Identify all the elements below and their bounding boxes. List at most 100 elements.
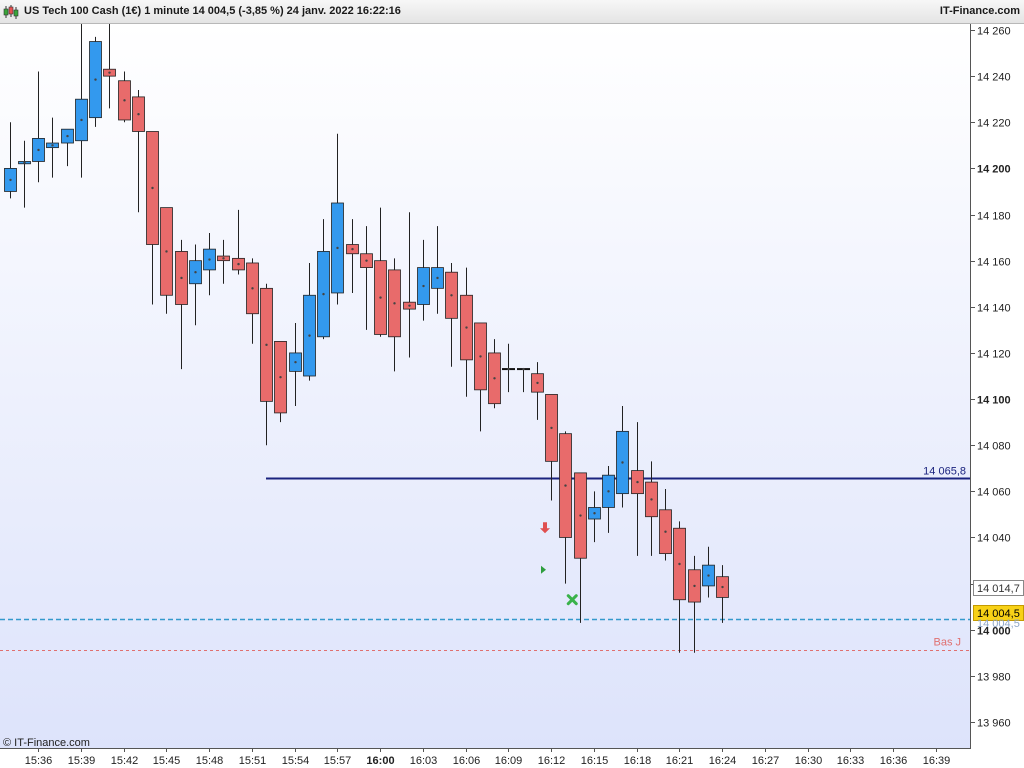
price-tags: 14 014,714 004,514 004,5 (973, 580, 1024, 630)
x-tick-label: 15:57 (324, 755, 352, 767)
candle-mid-dot (208, 258, 211, 261)
day-low-label: Bas J (933, 637, 961, 649)
candle-mid-dot (51, 144, 54, 147)
candle-mid-dot (265, 343, 268, 347)
candle-mid-dot (450, 294, 453, 297)
y-tick-label: 14 160 (977, 257, 1011, 269)
y-tick-label: 14 060 (977, 487, 1011, 499)
candle-mid-dot (721, 585, 724, 589)
chart-title: US Tech 100 Cash (1€) 1 minute 14 004,5 … (24, 5, 401, 17)
copyright-label: © IT-Finance.com (3, 737, 90, 749)
x-tick-label: 16:09 (495, 755, 523, 767)
y-tick-label: 13 960 (977, 718, 1011, 730)
candle-mid-dot (493, 377, 496, 380)
secondary-price-tag: 14 014,7 (973, 580, 1024, 596)
support-line-label: 14 065,8 (923, 466, 966, 478)
candle-mid-dot (365, 259, 368, 262)
shadow-price-tag-label: 14 004,5 (977, 618, 1020, 630)
x-tick-label: 16:21 (666, 755, 694, 767)
candle-mid-dot (37, 148, 40, 152)
x-tick-label: 16:39 (923, 755, 951, 767)
y-axis-background (970, 24, 1024, 748)
candle-mid-dot (564, 484, 567, 487)
candle-mid-dot (194, 271, 197, 274)
x-tick-label: 16:03 (410, 755, 438, 767)
x-tick-label: 15:39 (68, 755, 96, 767)
candle-mid-dot (436, 276, 439, 280)
x-tick-label: 16:12 (538, 755, 566, 767)
x-tick-label: 15:48 (196, 755, 224, 767)
x-tick-label: 15:51 (239, 755, 267, 767)
x-tick-label: 16:18 (624, 755, 652, 767)
x-tick-label: 16:33 (837, 755, 865, 767)
y-tick-label: 14 220 (977, 118, 1011, 130)
x-tick-label: 15:45 (153, 755, 181, 767)
candle-mid-dot (123, 99, 126, 102)
candlestick-icon (3, 5, 19, 19)
x-tick-label: 15:36 (25, 755, 53, 767)
x-tick-label: 16:15 (581, 755, 609, 767)
candle-mid-dot (180, 276, 183, 280)
candle-mid-dot (251, 287, 254, 290)
x-tick-label: 16:30 (795, 755, 823, 767)
candle-mid-dot (322, 292, 325, 296)
chart-header: US Tech 100 Cash (1€) 1 minute 14 004,5 … (0, 0, 1024, 24)
candle-mid-dot (66, 134, 69, 138)
candle-mid-dot (351, 247, 354, 251)
y-tick-label: 13 980 (977, 672, 1011, 684)
candle-mid-dot (336, 246, 339, 250)
y-tick-label: 14 240 (977, 72, 1011, 84)
candle-mid-dot (9, 178, 12, 182)
candle-mid-dot (222, 257, 225, 260)
candle-mid-dot (422, 284, 425, 288)
x-tick-label: 15:42 (111, 755, 139, 767)
candle-mid-dot (94, 78, 97, 81)
candle-mid-dot (693, 584, 696, 588)
candle-mid-dot (408, 304, 411, 307)
candle-mid-dot (650, 498, 653, 501)
x-tick-label: 16:00 (366, 755, 394, 767)
x-tick-label: 16:36 (880, 755, 908, 767)
x-tick-label: 15:54 (282, 755, 310, 767)
y-tick-label: 14 260 (977, 26, 1011, 38)
candle-mid-dot (664, 530, 667, 533)
candle-mid-dot (237, 262, 240, 266)
candle-mid-dot (137, 112, 140, 116)
x-tick-label: 16:27 (752, 755, 780, 767)
shadow-price-tag: 14 004,5 (977, 618, 1020, 630)
candle-mid-dot (151, 186, 154, 190)
y-tick-label: 14 180 (977, 211, 1011, 223)
y-tick-label: 14 100 (977, 395, 1011, 407)
candle-mid-dot (607, 490, 610, 493)
candle-mid-dot (465, 326, 468, 329)
candle-mid-dot (536, 381, 539, 385)
candle-mid-dot (707, 574, 710, 577)
candle (89, 36, 102, 127)
candle-mid-dot (308, 334, 311, 337)
x-tick-label: 16:06 (453, 755, 481, 767)
candle-mid-dot (393, 302, 396, 305)
candle-mid-dot (550, 426, 553, 430)
x-tick-label: 16:24 (709, 755, 737, 767)
candle (274, 340, 287, 423)
candle-mid-dot (636, 480, 639, 484)
candlestick-chart[interactable]: 13 96013 98014 00014 02014 04014 06014 0… (0, 24, 1024, 768)
candle-mid-dot (593, 512, 596, 515)
y-tick-label: 14 120 (977, 349, 1011, 361)
y-tick-label: 14 080 (977, 441, 1011, 453)
candle-mid-dot (108, 71, 111, 74)
candle-mid-dot (522, 367, 525, 371)
candle-mid-dot (294, 360, 297, 364)
candle-mid-dot (621, 461, 624, 464)
candle-mid-dot (479, 355, 482, 358)
brand-label: IT-Finance.com (939, 5, 1020, 17)
secondary-price-tag-label: 14 014,7 (977, 583, 1020, 595)
candle-mid-dot (678, 562, 681, 566)
y-tick-label: 14 140 (977, 303, 1011, 315)
candle-mid-dot (579, 514, 582, 517)
candle-mid-dot (507, 367, 510, 371)
candle-mid-dot (80, 118, 83, 122)
candle-mid-dot (23, 161, 26, 164)
candle-mid-dot (165, 250, 168, 253)
y-tick-label: 14 200 (977, 164, 1011, 176)
